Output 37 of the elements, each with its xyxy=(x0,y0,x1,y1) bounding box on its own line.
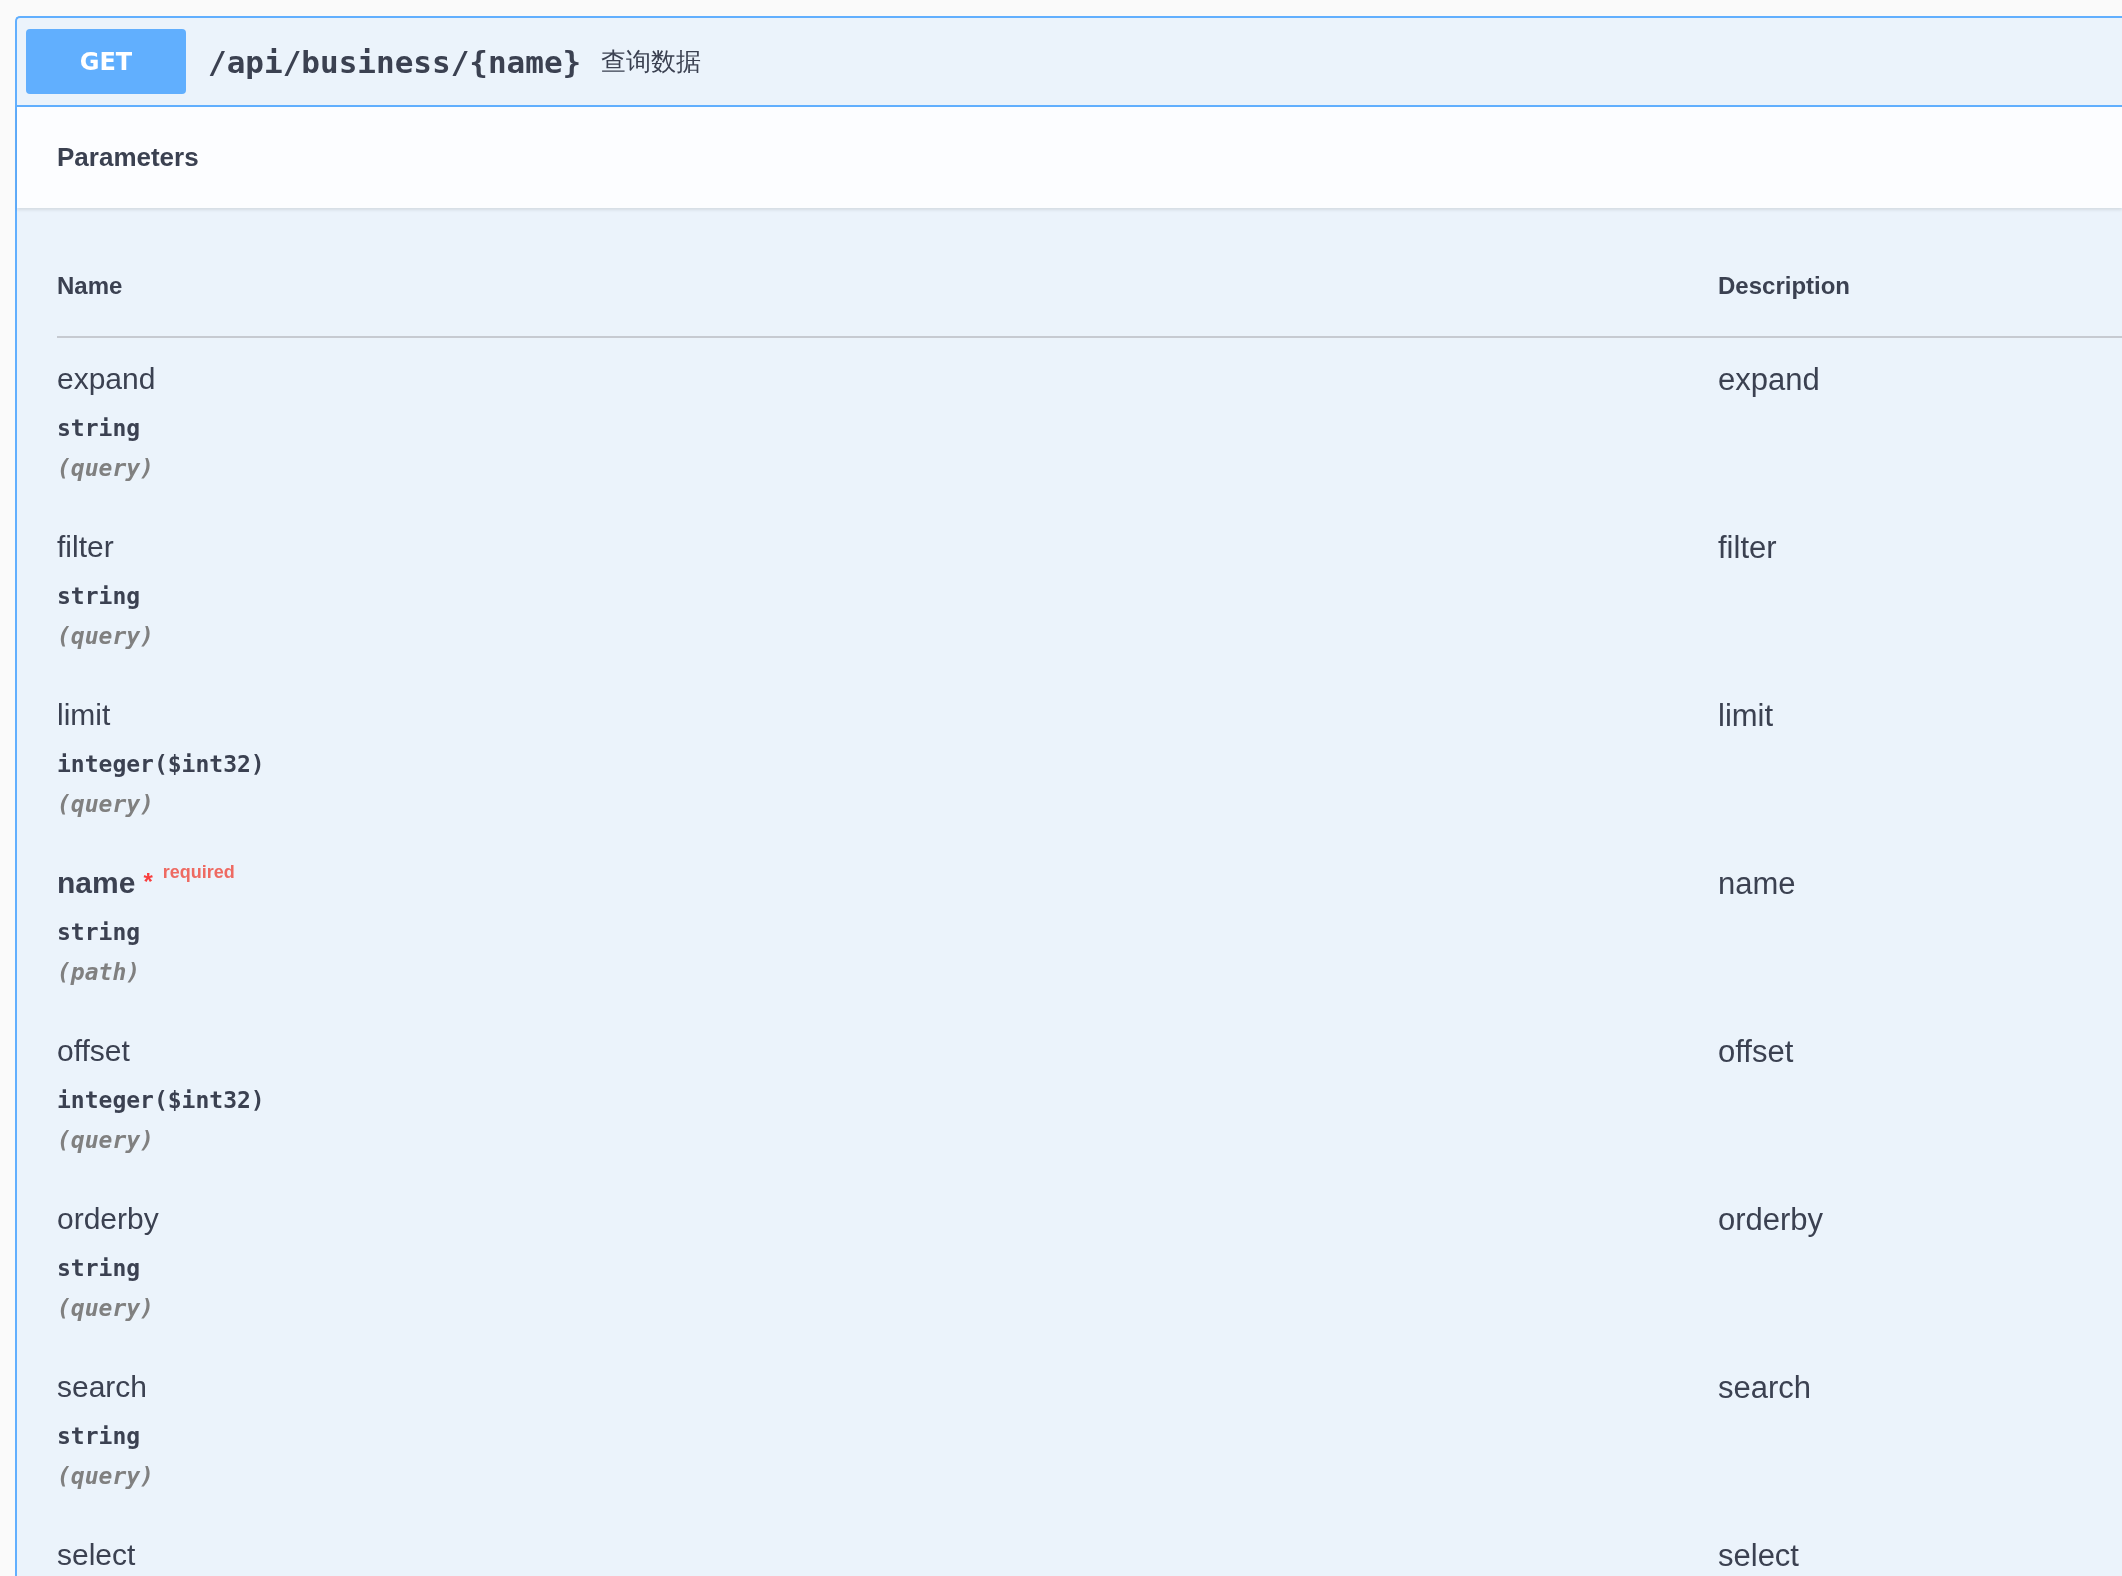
required-asterisk: * xyxy=(143,868,153,896)
parameter-description: offset xyxy=(1718,1034,1794,1069)
parameter-description: limit xyxy=(1718,698,1774,733)
parameter-type: string xyxy=(57,582,142,611)
parameter-type: integer($int32) xyxy=(57,750,266,779)
parameter-name: search xyxy=(57,1370,148,1404)
parameter-type: string xyxy=(57,918,142,947)
parameter-location: (query) xyxy=(57,1126,155,1155)
parameter-location: (query) xyxy=(57,622,155,651)
parameter-description: orderby xyxy=(1718,1202,1824,1237)
parameter-location: (path) xyxy=(57,958,142,987)
column-header: Description xyxy=(1718,272,1852,300)
parameter-type: string xyxy=(57,414,142,443)
parameter-description: select xyxy=(1718,1538,1799,1573)
required-label: required xyxy=(162,862,235,883)
parameter-type: integer($int32) xyxy=(57,1086,266,1115)
parameter-location: (query) xyxy=(57,1294,155,1323)
parameter-name: orderby xyxy=(57,1202,159,1236)
parameter-description: filter xyxy=(1718,530,1777,565)
parameter-description: name xyxy=(1718,866,1796,901)
parameter-name: offset xyxy=(57,1034,130,1068)
parameter-description: expand xyxy=(1718,362,1820,397)
parameter-name: expand xyxy=(57,362,156,396)
parameter-type: string xyxy=(57,1254,142,1283)
parameter-type: string xyxy=(57,1422,142,1451)
column-header: Name xyxy=(57,272,124,300)
parameter-name: limit xyxy=(57,698,111,732)
parameter-name: filter xyxy=(57,530,114,564)
parameter-location: (query) xyxy=(57,1462,155,1491)
endpoint-path: /api/business/{name} xyxy=(208,43,582,80)
parameter-name: select xyxy=(57,1538,136,1572)
parameter-location: (query) xyxy=(57,454,155,483)
endpoint-summary: 查询数据 xyxy=(601,46,702,77)
section-title: Parameters xyxy=(57,142,199,173)
parameter-description: search xyxy=(1718,1370,1812,1405)
parameter-location: (query) xyxy=(57,790,155,819)
parameter-name: name xyxy=(57,866,136,900)
